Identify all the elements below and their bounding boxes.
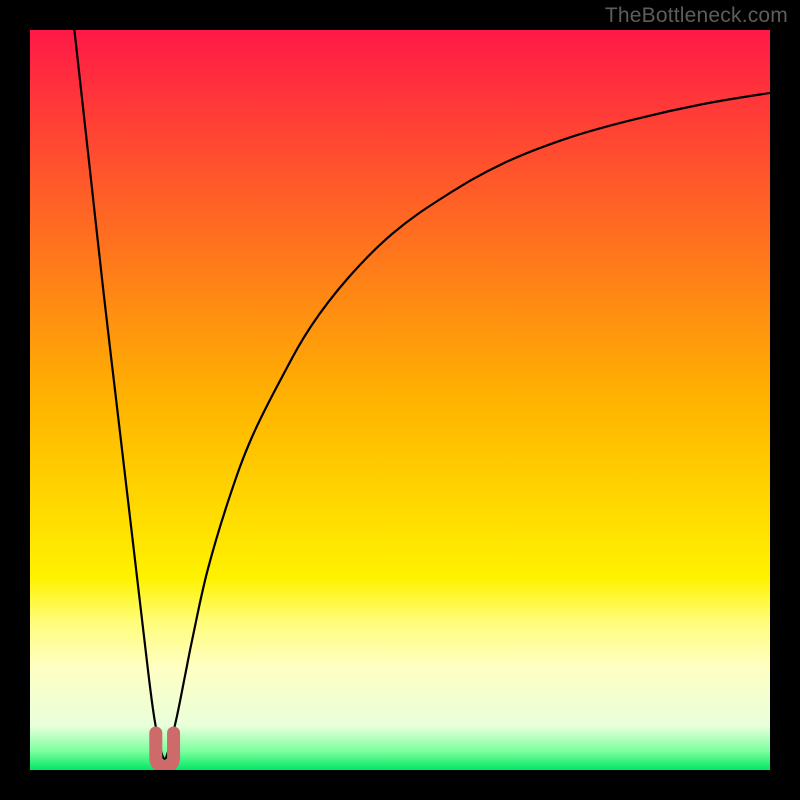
- chart-svg: [30, 30, 770, 770]
- watermark-text: TheBottleneck.com: [605, 4, 788, 28]
- plot-area: [30, 30, 770, 770]
- chart-frame: TheBottleneck.com: [0, 0, 800, 800]
- gradient-background: [30, 30, 770, 770]
